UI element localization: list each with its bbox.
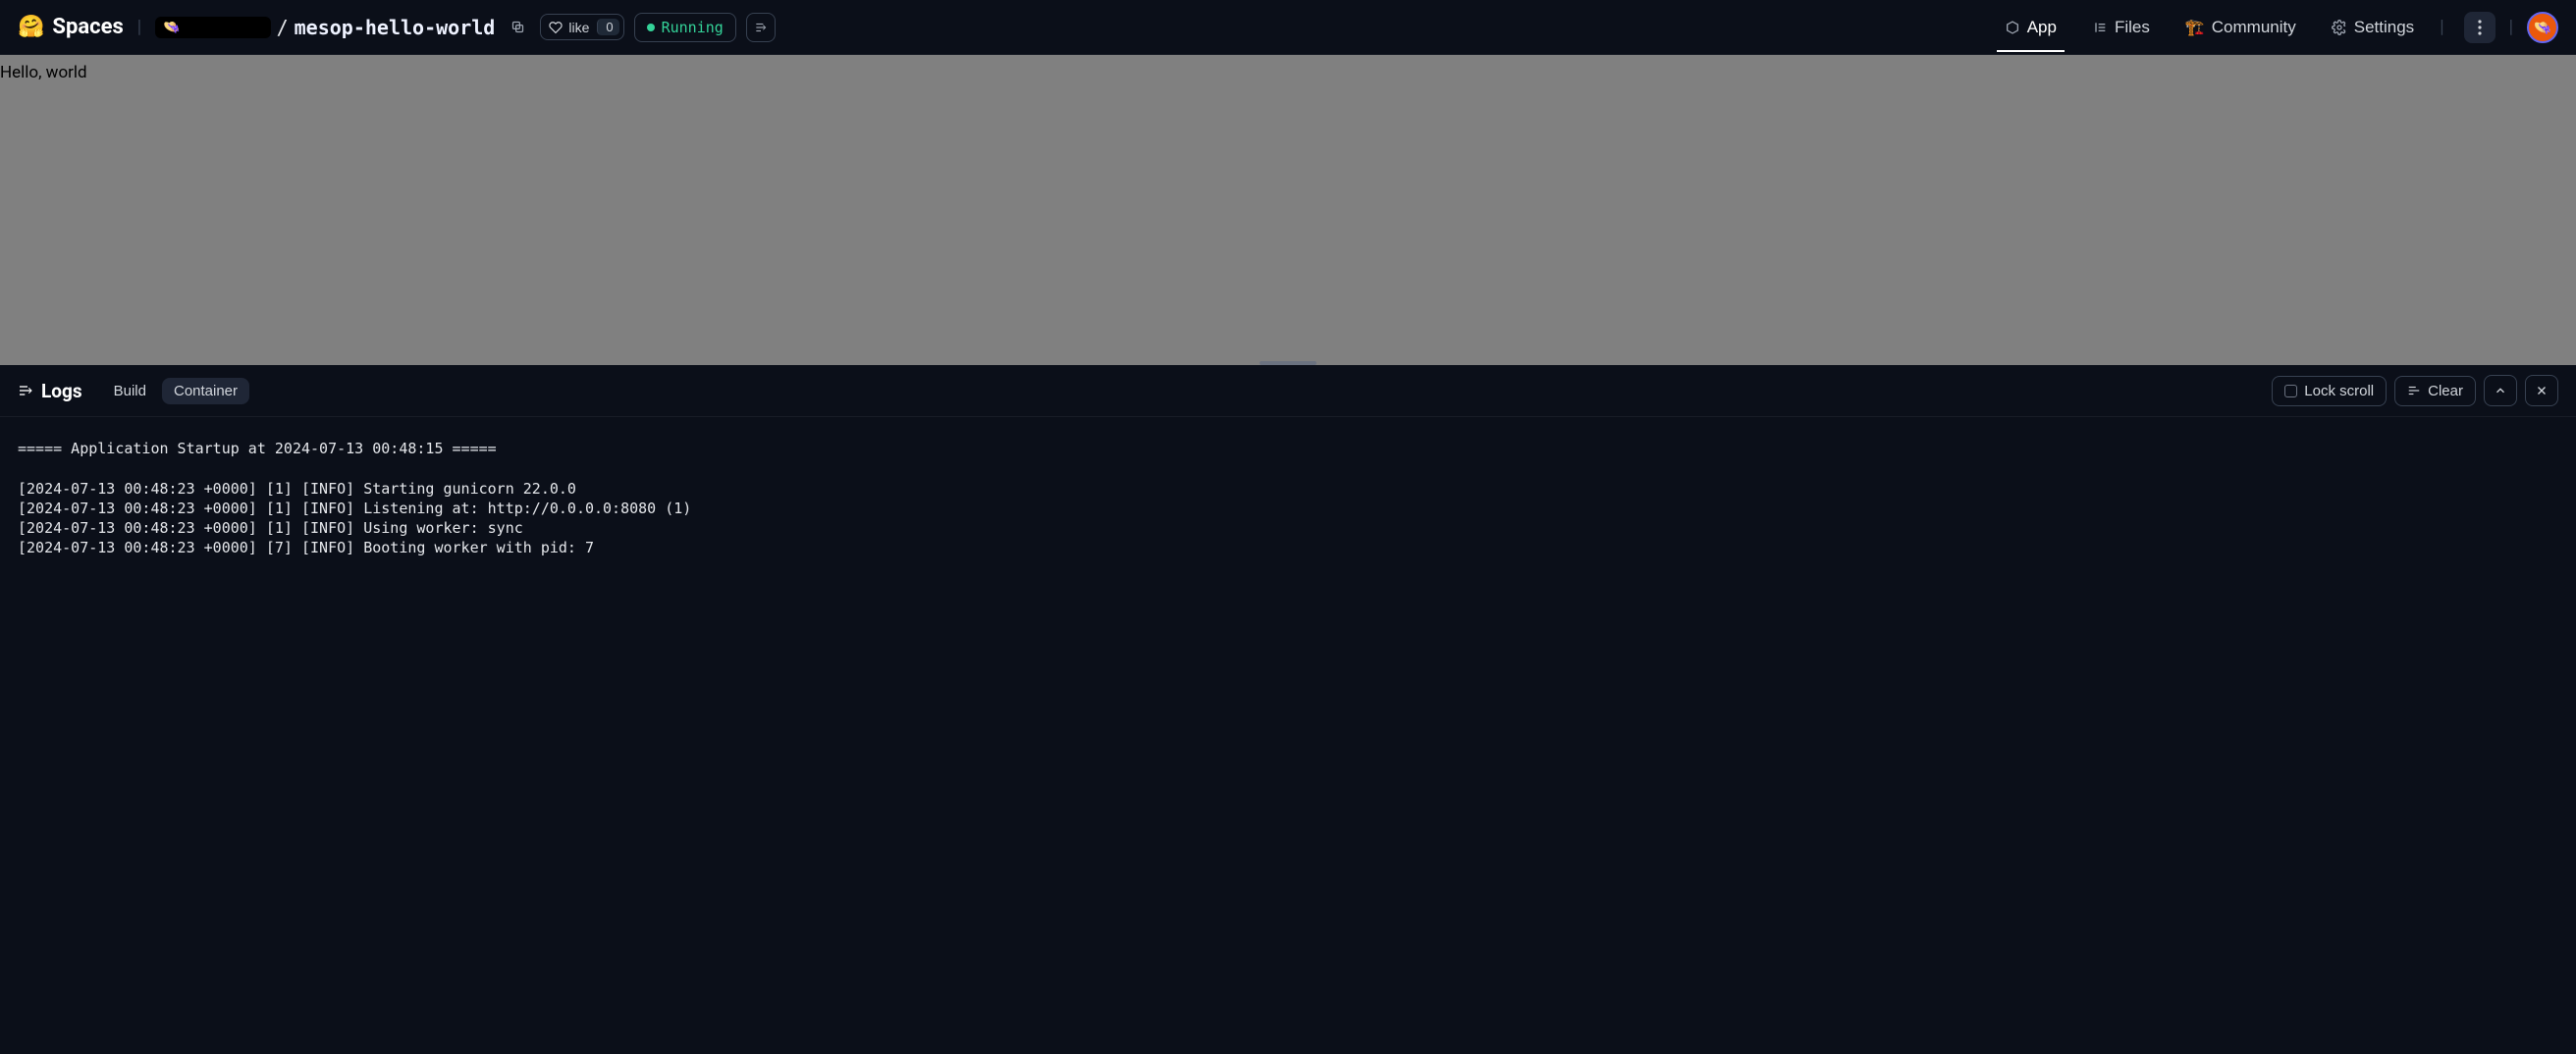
owner-name-redacted bbox=[187, 21, 263, 34]
spaces-label: Spaces bbox=[52, 15, 123, 39]
logs-header-left: Logs Build Container bbox=[18, 378, 249, 404]
top-header: 🤗 Spaces | 👒 / mesop-hello-world like 0 … bbox=[0, 0, 2576, 55]
app-iframe-area: Hello, world bbox=[0, 55, 2576, 365]
clear-logs-button[interactable]: Clear bbox=[2394, 376, 2476, 406]
tab-app-label: App bbox=[2027, 18, 2057, 37]
cube-icon bbox=[2005, 20, 2020, 35]
primary-nav: App Files 🏗️ Community Settings bbox=[1989, 4, 2430, 51]
logs-tabs: Build Container bbox=[102, 378, 249, 404]
kebab-icon bbox=[2478, 20, 2482, 35]
clear-label: Clear bbox=[2428, 383, 2463, 399]
tab-files-label: Files bbox=[2115, 18, 2150, 37]
files-icon bbox=[2092, 20, 2108, 35]
logs-title: Logs bbox=[18, 380, 82, 402]
tab-settings-label: Settings bbox=[2354, 18, 2414, 37]
repo-name[interactable]: mesop-hello-world bbox=[295, 16, 496, 39]
logs-panel: Logs Build Container Lock scroll Clear bbox=[0, 365, 2576, 580]
heart-icon bbox=[549, 21, 563, 34]
owner-link[interactable]: 👒 bbox=[155, 17, 270, 38]
tab-settings[interactable]: Settings bbox=[2316, 4, 2430, 51]
gear-icon bbox=[2332, 20, 2347, 35]
close-icon bbox=[2535, 384, 2549, 397]
logs-output[interactable]: ===== Application Startup at 2024-07-13 … bbox=[0, 417, 2576, 580]
logs-tab-container[interactable]: Container bbox=[162, 378, 249, 404]
community-icon: 🏗️ bbox=[2185, 18, 2205, 37]
divider: | bbox=[137, 17, 141, 37]
chevron-up-icon bbox=[2494, 384, 2507, 397]
logs-title-icon bbox=[18, 383, 33, 398]
avatar-emoji-icon: 👒 bbox=[2534, 19, 2552, 36]
user-avatar[interactable]: 👒 bbox=[2527, 12, 2558, 43]
lock-scroll-label: Lock scroll bbox=[2304, 383, 2374, 399]
header-left: 🤗 Spaces | 👒 / mesop-hello-world like 0 … bbox=[18, 13, 776, 42]
status-dot-icon bbox=[647, 24, 655, 31]
more-menu-button[interactable] bbox=[2464, 12, 2496, 43]
owner-avatar-icon: 👒 bbox=[163, 20, 180, 35]
breadcrumb: 👒 / mesop-hello-world bbox=[155, 16, 495, 39]
header-right: App Files 🏗️ Community Settings | | 👒 bbox=[1989, 4, 2558, 51]
logs-header: Logs Build Container Lock scroll Clear bbox=[0, 365, 2576, 417]
collapse-logs-button[interactable] bbox=[2484, 375, 2517, 406]
status-chip[interactable]: Running bbox=[634, 13, 736, 42]
panel-resize-handle[interactable] bbox=[1260, 361, 1316, 365]
tab-app[interactable]: App bbox=[1989, 4, 2072, 51]
clear-icon bbox=[2407, 384, 2421, 397]
copy-icon bbox=[510, 20, 525, 34]
status-text: Running bbox=[662, 19, 724, 36]
logs-header-right: Lock scroll Clear bbox=[2272, 375, 2558, 406]
close-logs-button[interactable] bbox=[2525, 375, 2558, 406]
copy-repo-button[interactable] bbox=[505, 15, 530, 40]
tab-files[interactable]: Files bbox=[2076, 4, 2166, 51]
checkbox-unchecked-icon bbox=[2284, 385, 2297, 397]
logs-toggle-button[interactable] bbox=[746, 13, 776, 42]
app-output-text: Hello, world bbox=[0, 63, 87, 82]
lock-scroll-toggle[interactable]: Lock scroll bbox=[2272, 376, 2387, 406]
path-separator: / bbox=[277, 16, 289, 39]
divider: | bbox=[2440, 17, 2443, 37]
like-button[interactable]: like 0 bbox=[540, 14, 623, 40]
tab-community[interactable]: 🏗️ Community bbox=[2170, 4, 2312, 51]
tab-community-label: Community bbox=[2212, 18, 2296, 37]
divider: | bbox=[2509, 17, 2513, 37]
logs-icon bbox=[754, 21, 768, 34]
logs-title-text: Logs bbox=[41, 380, 82, 402]
logs-tab-build[interactable]: Build bbox=[102, 378, 158, 404]
like-count: 0 bbox=[597, 19, 618, 35]
header-actions: | 👒 bbox=[2464, 12, 2558, 43]
spaces-home-link[interactable]: 🤗 Spaces bbox=[18, 15, 124, 39]
hugging-face-icon: 🤗 bbox=[18, 15, 44, 39]
like-label: like bbox=[568, 20, 589, 35]
